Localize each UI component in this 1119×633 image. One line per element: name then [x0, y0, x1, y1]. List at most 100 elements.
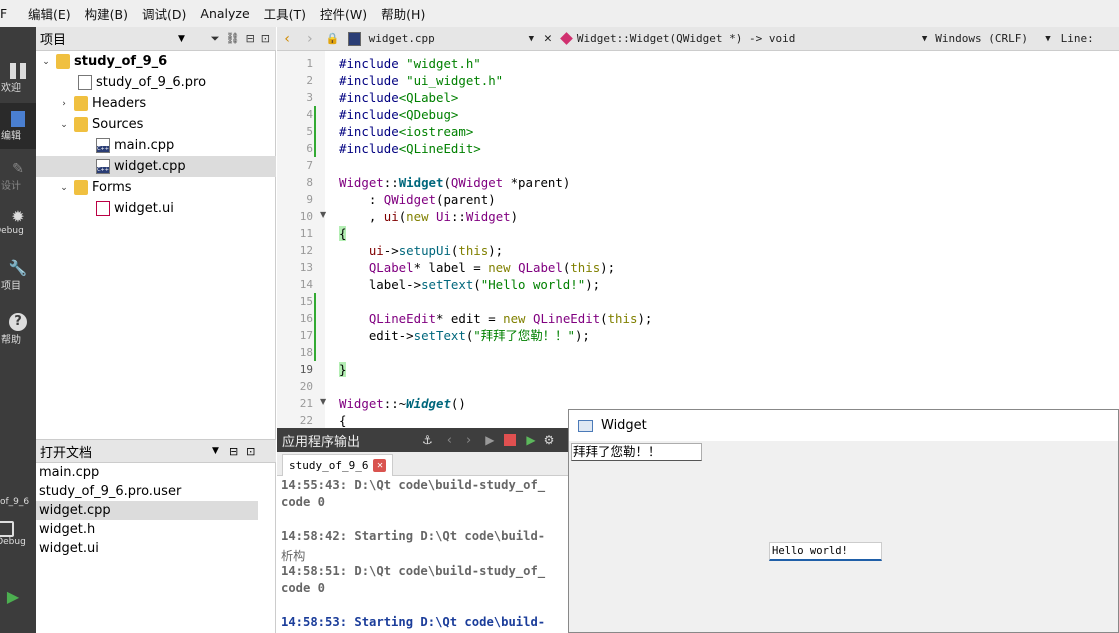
- output-line: 14:58:42: Starting D:\Qt code\build-: [281, 529, 546, 543]
- stop-icon[interactable]: [504, 434, 517, 446]
- debug-run-icon[interactable]: ▶: [526, 433, 535, 447]
- code-line-14: label->setText("Hello world!");: [339, 277, 601, 292]
- settings-icon[interactable]: ⚙: [544, 433, 555, 447]
- menu-edit[interactable]: 编辑(E): [28, 4, 71, 23]
- chevron-down-icon[interactable]: ▼: [212, 446, 219, 456]
- line-edit[interactable]: 拜拜了您勒！！: [571, 443, 702, 461]
- tree-item-project[interactable]: ⌄ study_of_9_6: [36, 51, 276, 72]
- sources-folder-icon: [74, 117, 88, 132]
- mode-design[interactable]: ✎ 设计: [0, 157, 36, 199]
- forward-icon[interactable]: ›: [305, 31, 313, 47]
- project-tree: ⌄ study_of_9_6 study_of_9_6.pro › Header…: [36, 51, 276, 439]
- menu-build[interactable]: 构建(B): [85, 4, 128, 23]
- filter-icon[interactable]: ⏷: [211, 32, 220, 46]
- menu-tools[interactable]: 工具(T): [264, 4, 306, 23]
- pro-file-icon: [78, 75, 92, 90]
- code-line-5: #include<iostream>: [339, 124, 474, 139]
- line-indicator[interactable]: Line:: [1061, 32, 1094, 45]
- chevron-down-icon[interactable]: ▼: [1045, 34, 1050, 44]
- window-icon: [578, 419, 593, 432]
- symbol-icon: [559, 32, 573, 45]
- open-docs-list: main.cpp study_of_9_6.pro.user widget.cp…: [36, 463, 276, 633]
- help-icon: ?: [9, 313, 27, 331]
- tree-item-pro[interactable]: study_of_9_6.pro: [36, 72, 276, 93]
- editor-toolbar: ‹ › 🔒 widget.cpp ▼ ✕ Widget::Widget(QWid…: [277, 27, 1119, 51]
- code-line-6: #include<QLineEdit>: [339, 141, 481, 156]
- output-line: code 0: [281, 581, 326, 595]
- chevron-down-icon[interactable]: ⌄: [40, 57, 52, 67]
- menu-help[interactable]: 帮助(H): [381, 4, 425, 23]
- open-doc-item[interactable]: study_of_9_6.pro.user: [36, 482, 258, 501]
- tree-item-widget-ui[interactable]: widget.ui: [36, 198, 276, 219]
- mode-edit[interactable]: 编辑: [0, 103, 36, 149]
- run-icon[interactable]: ▶: [485, 433, 494, 447]
- line-number-gutter: 1 2 3 4 5 6 7 8 9 10 11 12 13 14 15 16 1…: [277, 51, 326, 428]
- output-tab[interactable]: study_of_9_6 ✕: [282, 454, 394, 476]
- menu-analyze[interactable]: Analyze: [200, 6, 249, 21]
- mode-help[interactable]: ? 帮助: [0, 309, 36, 355]
- output-line: 14:58:51: D:\Qt code\build-study_of_: [281, 564, 546, 578]
- chevron-down-icon[interactable]: ▼: [178, 34, 185, 44]
- code-line-13: QLabel* label = new QLabel(this);: [368, 260, 616, 275]
- chevron-down-icon[interactable]: ⌄: [58, 120, 70, 130]
- code-line-9: : QWidget(parent): [339, 192, 496, 207]
- split-icon[interactable]: ⊟: [246, 32, 255, 46]
- edit-icon: [11, 111, 25, 127]
- monitor-icon: [0, 521, 14, 537]
- fold-arrow-icon[interactable]: ▼: [320, 210, 326, 219]
- widget-window: Widget 拜拜了您勒！！ Hello world!: [568, 409, 1119, 633]
- close-icon[interactable]: ✕: [544, 31, 552, 46]
- open-doc-item[interactable]: widget.cpp: [36, 501, 258, 520]
- wrench-icon: 🔧: [8, 259, 28, 277]
- tree-item-forms[interactable]: ⌄ Forms: [36, 177, 276, 198]
- code-line-21: Widget::~Widget(): [339, 396, 466, 411]
- chevron-down-icon[interactable]: ▼: [529, 34, 534, 44]
- mode-welcome[interactable]: 欢迎: [0, 59, 36, 101]
- code-editor[interactable]: 1 2 3 4 5 6 7 8 9 10 11 12 13 14 15 16 1…: [277, 51, 1119, 428]
- project-panel-toolbar: 项目 ▼ ⏷ ⛓ ⊟ ⊡: [36, 27, 276, 51]
- menu-debug[interactable]: 调试(D): [142, 4, 186, 23]
- kit-selector[interactable]: Debug: [0, 519, 36, 563]
- code-line-16: QLineEdit* edit = new QLineEdit(this);: [368, 311, 653, 326]
- chevron-down-icon[interactable]: ⌄: [58, 183, 70, 193]
- cpp-file-icon: [96, 138, 110, 153]
- tree-item-main-cpp[interactable]: main.cpp: [36, 135, 276, 156]
- project-folder-icon: [56, 54, 70, 69]
- split-icon[interactable]: ⊟: [229, 445, 238, 458]
- attach-icon[interactable]: ⚓: [422, 433, 433, 447]
- menu-widgets[interactable]: 控件(W): [320, 4, 367, 23]
- open-doc-item[interactable]: widget.h: [36, 520, 258, 539]
- output-console[interactable]: 14:55:43: D:\Qt code\build-study_of_ cod…: [277, 476, 569, 633]
- tree-item-headers[interactable]: › Headers: [36, 93, 276, 114]
- link-icon[interactable]: ⛓: [226, 32, 240, 46]
- forward-icon[interactable]: ›: [466, 433, 471, 448]
- tree-item-widget-cpp[interactable]: widget.cpp: [36, 156, 276, 177]
- close-pane-icon[interactable]: ⊡: [246, 445, 255, 458]
- output-line: code 0: [281, 495, 326, 509]
- lock-icon: 🔒: [325, 32, 340, 45]
- open-doc-item[interactable]: main.cpp: [36, 463, 258, 482]
- close-pane-icon[interactable]: ⊡: [261, 32, 270, 46]
- fold-arrow-icon[interactable]: ▼: [320, 397, 326, 406]
- run-icon: ▶: [6, 587, 20, 606]
- encoding-selector[interactable]: Windows (CRLF): [935, 32, 1045, 45]
- headers-folder-icon: [74, 96, 88, 111]
- chevron-right-icon[interactable]: ›: [58, 99, 70, 109]
- mode-debug[interactable]: ✹ Debug: [0, 203, 36, 249]
- chevron-down-icon[interactable]: ▼: [922, 34, 927, 44]
- output-line: 析构: [281, 549, 306, 563]
- back-icon[interactable]: ‹: [447, 433, 452, 448]
- symbol-selector[interactable]: Widget::Widget(QWidget *) -> void: [577, 32, 922, 45]
- editor-file-name[interactable]: widget.cpp: [369, 32, 529, 45]
- code-line-17: edit->setText("拜拜了您勒！！");: [339, 328, 590, 343]
- run-button[interactable]: ▶: [0, 587, 36, 613]
- close-icon[interactable]: ✕: [373, 459, 387, 472]
- widget-window-titlebar[interactable]: Widget: [569, 410, 1118, 441]
- menu-file[interactable]: F: [0, 6, 14, 21]
- output-tabs: study_of_9_6 ✕: [277, 452, 569, 476]
- mode-projects[interactable]: 🔧 项目: [0, 255, 36, 301]
- tree-item-sources[interactable]: ⌄ Sources: [36, 114, 276, 135]
- open-doc-item[interactable]: widget.ui: [36, 539, 258, 558]
- code-line-12: ui->setupUi(this);: [368, 243, 504, 258]
- back-icon[interactable]: ‹: [283, 31, 291, 47]
